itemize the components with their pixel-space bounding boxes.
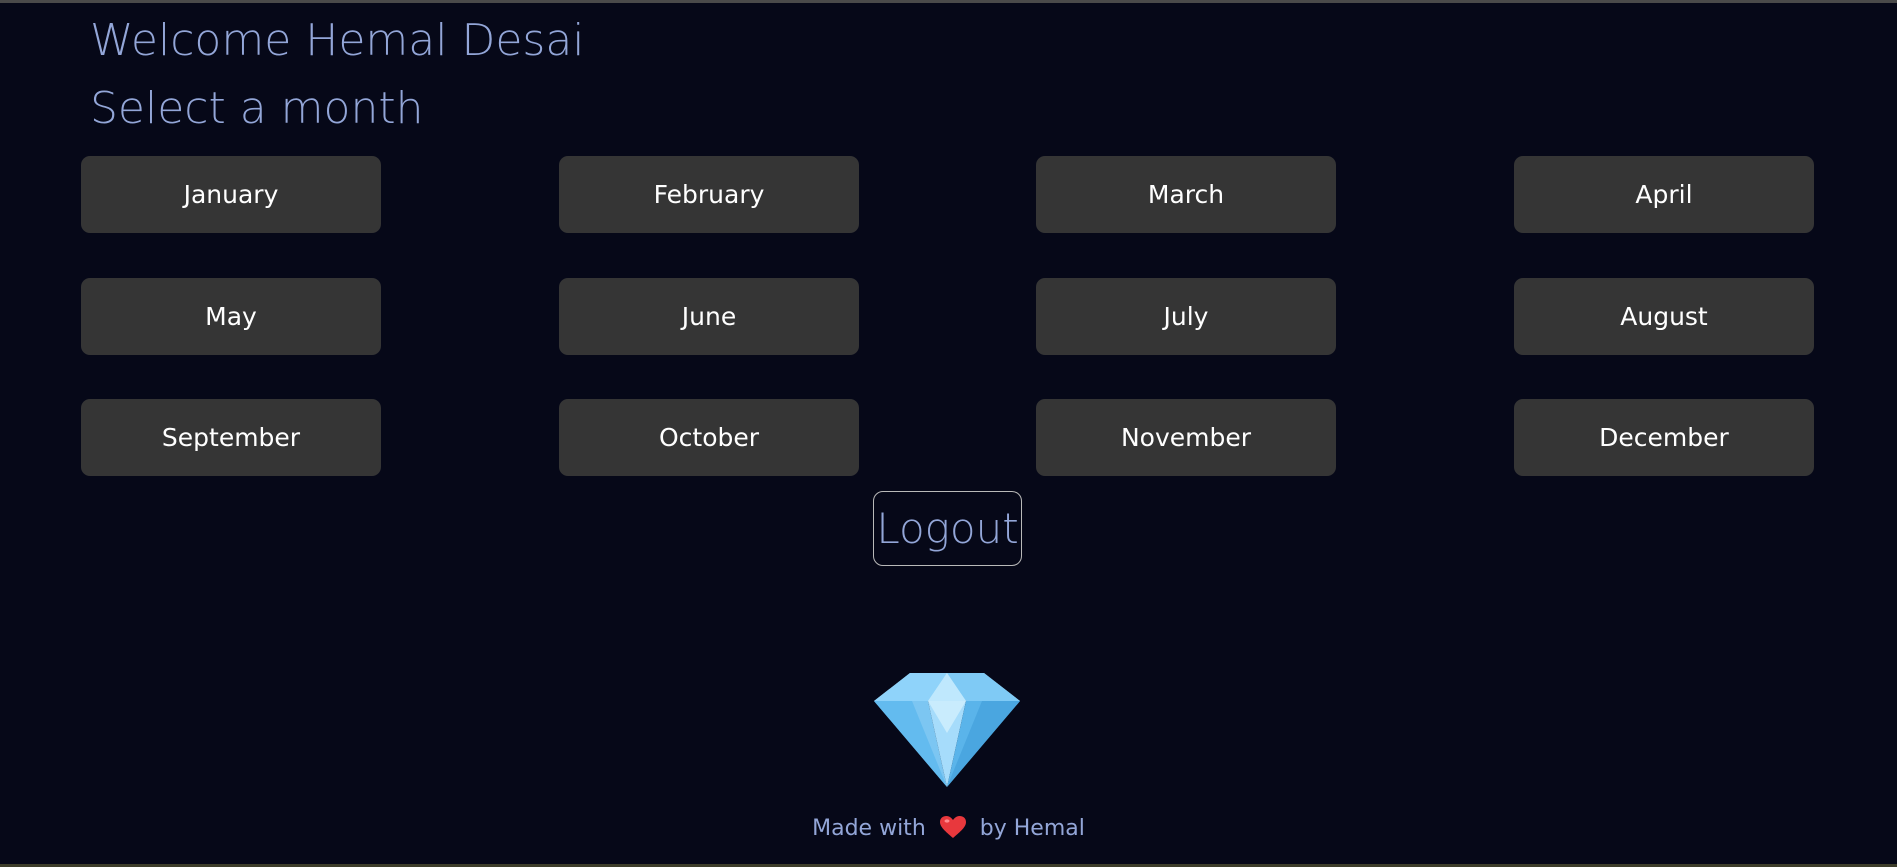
footer: Made with by Hemal: [0, 815, 1897, 841]
month-button-february[interactable]: February: [559, 156, 859, 233]
month-button-december[interactable]: December: [1514, 399, 1814, 476]
footer-prefix: Made with: [812, 816, 926, 841]
footer-suffix: by Hemal: [979, 816, 1085, 841]
month-button-october[interactable]: October: [559, 399, 859, 476]
month-button-august[interactable]: August: [1514, 278, 1814, 355]
page-frame: Welcome Hemal Desai Select a month Janua…: [0, 0, 1897, 867]
month-button-july[interactable]: July: [1036, 278, 1336, 355]
month-button-june[interactable]: June: [559, 278, 859, 355]
diamond-icon: [874, 673, 1020, 787]
heart-icon: [939, 816, 966, 838]
welcome-heading: Welcome Hemal Desai: [90, 15, 585, 66]
select-month-heading: Select a month: [90, 83, 424, 134]
month-button-march[interactable]: March: [1036, 156, 1336, 233]
month-button-january[interactable]: January: [81, 156, 381, 233]
month-button-september[interactable]: September: [81, 399, 381, 476]
month-grid: January February March April May June Ju…: [81, 156, 1814, 476]
logout-button[interactable]: Logout: [873, 491, 1022, 566]
month-button-may[interactable]: May: [81, 278, 381, 355]
month-button-april[interactable]: April: [1514, 156, 1814, 233]
month-button-november[interactable]: November: [1036, 399, 1336, 476]
